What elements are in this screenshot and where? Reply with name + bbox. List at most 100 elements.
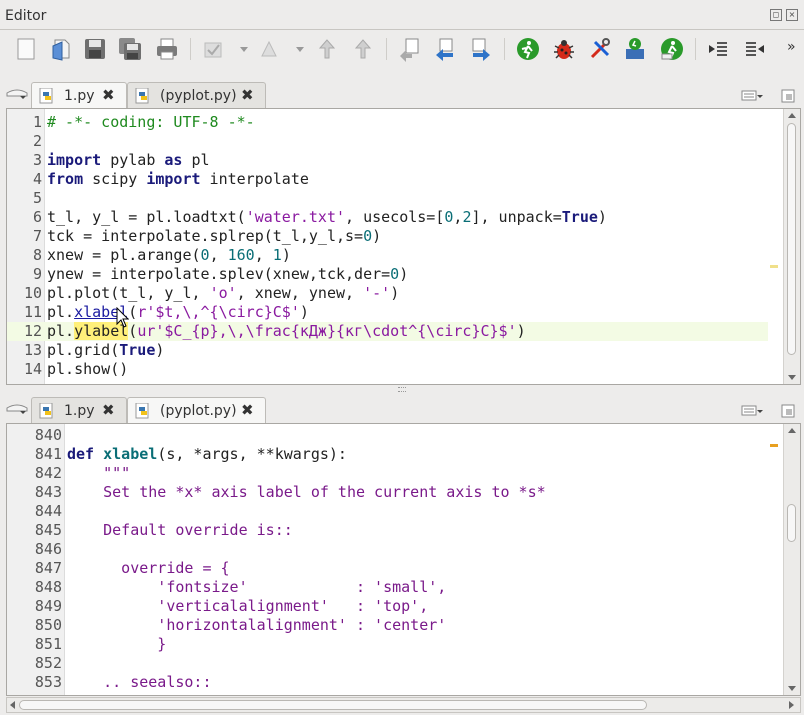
- new-window-icon[interactable]: [781, 89, 795, 103]
- splitter-grip[interactable]: [398, 387, 406, 392]
- new-window-icon[interactable]: [781, 404, 795, 418]
- code-text: tck = interpolate.splrep(t_l,y_l,s=0): [47, 227, 382, 245]
- top-code-editor[interactable]: 1 # -*- coding: UTF-8 -*- 2 3 import pylab…: [6, 108, 801, 385]
- warning-marker[interactable]: [770, 444, 778, 447]
- editor-title: Editor: [5, 8, 47, 24]
- code-text: ynew = interpolate.splev(xnew,tck,der=0): [47, 265, 409, 283]
- code-line: 843 Set the *x* axis label of the curren…: [34, 483, 546, 501]
- toolbar-separator: [695, 38, 696, 60]
- docstring-text: """: [67, 464, 131, 482]
- code-text: pl.xlabel(r'$t,\,^{\circ}C$'): [47, 303, 309, 321]
- code-line: 13 pl.grid(True): [23, 341, 165, 359]
- save-all-icon[interactable]: [117, 36, 143, 62]
- code-line: 848 'fontsize' : 'small',: [34, 578, 447, 596]
- bottom-vertical-scrollbar[interactable]: [770, 424, 800, 695]
- scroll-down-icon[interactable]: [788, 686, 796, 691]
- options-menu-icon[interactable]: [741, 405, 763, 417]
- bottom-code-editor[interactable]: 840 841 def xlabel(s, *args, **kwargs): 8…: [6, 423, 801, 696]
- toolbar-separator: [190, 38, 191, 60]
- options-menu-icon[interactable]: [741, 90, 763, 102]
- checklist-icon[interactable]: [200, 36, 226, 62]
- scroll-up-icon[interactable]: [788, 113, 796, 118]
- code-line: 8 xnew = pl.arange(0, 160, 1): [32, 246, 291, 264]
- configure-icon[interactable]: [587, 36, 613, 62]
- new-file-icon[interactable]: [13, 36, 39, 62]
- code-line: 10 pl.plot(t_l, y_l, 'o', xnew, ynew, '-'…: [23, 284, 400, 302]
- open-file-icon[interactable]: [48, 36, 74, 62]
- tab-label: (pyplot.py): [160, 403, 237, 419]
- code-text: pl.plot(t_l, y_l, 'o', xnew, ynew, '-'): [47, 284, 400, 302]
- code-text: pl.show(): [47, 360, 129, 378]
- tab-close-icon[interactable]: ✖: [102, 86, 115, 104]
- pane-splitter[interactable]: [0, 385, 804, 393]
- tab-label: 1.py: [64, 403, 95, 419]
- tab-browse-icon[interactable]: [6, 403, 28, 415]
- bookmark-dropdown-icon[interactable]: [296, 47, 304, 52]
- code-line: 840: [34, 426, 62, 444]
- run-selection-icon[interactable]: [622, 36, 648, 62]
- close-pane-icon[interactable]: ×: [786, 9, 798, 21]
- code-line: 3 import pylab as pl: [32, 151, 210, 169]
- docstring-text: .. seealso::: [67, 673, 212, 691]
- tab-pyplot-py[interactable]: (pyplot.py) ✖: [127, 397, 266, 424]
- re-run-icon[interactable]: [659, 36, 685, 62]
- scrollbar-thumb[interactable]: [19, 700, 647, 710]
- code-line: 1 # -*- coding: UTF-8 -*-: [32, 113, 255, 131]
- bookmark-icon[interactable]: [256, 36, 282, 62]
- code-text: import pylab as pl: [47, 151, 210, 169]
- code-line: 846: [34, 540, 62, 558]
- debug-icon[interactable]: [551, 36, 577, 62]
- warning-marker[interactable]: [770, 265, 778, 268]
- undock-icon[interactable]: ◻: [770, 9, 782, 21]
- toolbar-separator: [386, 38, 387, 60]
- next-warning-icon[interactable]: [350, 36, 376, 62]
- scrollbar-thumb[interactable]: [787, 504, 796, 542]
- tab-label: (pyplot.py): [160, 88, 237, 104]
- tab-pyplot-py[interactable]: (pyplot.py) ✖: [127, 82, 266, 108]
- docstring-text: }: [67, 635, 167, 653]
- code-line: 7 tck = interpolate.splrep(t_l,y_l,s=0): [32, 227, 382, 245]
- code-line: 9 ynew = interpolate.splev(xnew,tck,der=0…: [32, 265, 409, 283]
- tab-close-icon[interactable]: ✖: [102, 401, 115, 419]
- docstring-text: Default override is::: [67, 521, 293, 539]
- editor-title-bar: Editor ◻ ×: [0, 0, 804, 30]
- tab-close-icon[interactable]: ✖: [241, 86, 254, 104]
- code-text: from scipy import interpolate: [47, 170, 309, 188]
- tab-1-py[interactable]: 1.py ✖: [31, 82, 127, 109]
- tab-1-py[interactable]: 1.py ✖: [31, 397, 127, 423]
- code-line: 845 Default override is::: [34, 521, 293, 539]
- scrollbar-thumb[interactable]: [787, 123, 796, 355]
- code-line: 844: [34, 502, 62, 520]
- run-icon[interactable]: [515, 36, 541, 62]
- scroll-up-icon[interactable]: [788, 428, 796, 433]
- docstring-text: 'verticalalignment' : 'top',: [67, 597, 429, 615]
- tab-browse-icon[interactable]: [6, 88, 28, 100]
- scroll-down-icon[interactable]: [788, 375, 796, 380]
- previous-cursor-icon[interactable]: [432, 36, 458, 62]
- last-edit-icon[interactable]: [396, 36, 422, 62]
- code-line: 850 'horizontalalignment' : 'center': [34, 616, 447, 634]
- code-line: 842 """: [34, 464, 131, 482]
- tab-close-icon[interactable]: ✖: [241, 401, 254, 419]
- previous-warning-icon[interactable]: [314, 36, 340, 62]
- python-file-icon: [39, 88, 53, 104]
- code-line: 6 t_l, y_l = pl.loadtxt('water.txt', usec…: [32, 208, 607, 226]
- code-line: 4 from scipy import interpolate: [32, 170, 309, 188]
- indent-icon[interactable]: [705, 36, 731, 62]
- toolbar-more-button[interactable]: »: [787, 39, 796, 55]
- bottom-tab-bar: 1.py ✖ (pyplot.py) ✖: [0, 393, 804, 424]
- scroll-right-icon[interactable]: [789, 701, 794, 709]
- next-cursor-icon[interactable]: [468, 36, 494, 62]
- save-icon[interactable]: [82, 36, 108, 62]
- top-vertical-scrollbar[interactable]: [770, 109, 800, 384]
- print-icon[interactable]: [154, 36, 180, 62]
- docstring-text: 'horizontalalignment' : 'center': [67, 616, 447, 634]
- unindent-icon[interactable]: [742, 36, 768, 62]
- code-line: 847 override = {: [34, 559, 230, 577]
- horizontal-scrollbar[interactable]: [6, 697, 801, 713]
- scroll-left-icon[interactable]: [10, 701, 15, 709]
- mouse-cursor-icon: [116, 307, 129, 328]
- checklist-dropdown-icon[interactable]: [240, 47, 248, 52]
- editor-toolbar: »: [0, 30, 804, 68]
- docstring-text: Set the *x* axis label of the current ax…: [67, 483, 546, 501]
